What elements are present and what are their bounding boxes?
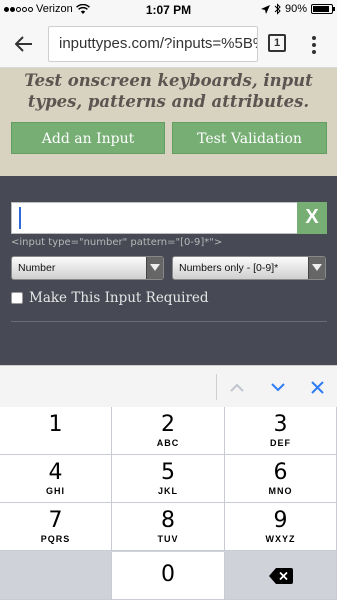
keypad-key-9[interactable]: 9 WXYZ bbox=[225, 503, 337, 551]
keypad-key-4[interactable]: 4 GHI bbox=[0, 455, 112, 503]
close-icon bbox=[310, 380, 324, 394]
keypad-digit: 2 bbox=[161, 412, 175, 437]
keypad-key-8[interactable]: 8 TUV bbox=[112, 503, 225, 551]
keypad-digit: 6 bbox=[273, 460, 288, 485]
keypad-key-0[interactable]: 0 bbox=[112, 552, 225, 600]
keypad-letters: TUV bbox=[157, 534, 179, 544]
text-caret bbox=[19, 207, 21, 229]
tab-switcher-button[interactable]: 1 bbox=[268, 34, 286, 52]
required-option[interactable]: Make This Input Required bbox=[11, 290, 209, 306]
dismiss-keyboard-button[interactable] bbox=[305, 374, 329, 400]
keypad-backspace-key[interactable] bbox=[225, 552, 337, 600]
status-bar: Verizon 1:07 PM 90% bbox=[0, 0, 337, 20]
next-field-button[interactable] bbox=[266, 374, 290, 400]
keypad-blank-key bbox=[0, 552, 112, 600]
keypad-digit: 9 bbox=[273, 508, 288, 533]
pattern-value: Numbers only - [0-9]* bbox=[179, 262, 279, 274]
overflow-menu-icon[interactable] bbox=[306, 32, 322, 56]
numeric-keypad: 0 1 2 ABC 3 DEF 4 GHI 5 JKL 6 MNO 7 PQRS 8 TUV 9 WXYZ bbox=[0, 407, 337, 600]
keypad-letters: MNO bbox=[268, 486, 293, 496]
required-checkbox[interactable] bbox=[11, 292, 23, 304]
back-button[interactable] bbox=[10, 30, 38, 58]
battery-level-fill bbox=[313, 6, 330, 12]
test-input-field[interactable]: X bbox=[11, 202, 327, 234]
keypad-digit: 4 bbox=[48, 460, 63, 485]
keypad-letters: WXYZ bbox=[265, 534, 296, 544]
previous-field-button[interactable] bbox=[225, 374, 249, 400]
keypad-key-3[interactable]: 3 DEF bbox=[225, 407, 337, 455]
keypad-digit: 0 bbox=[161, 562, 175, 587]
battery-percent: 90% bbox=[284, 3, 307, 15]
chevron-down-icon bbox=[271, 382, 285, 391]
battery-icon bbox=[311, 4, 335, 14]
arrow-left-icon bbox=[15, 36, 32, 52]
status-right: 90% bbox=[260, 3, 335, 15]
keypad-key-2[interactable]: 2 ABC bbox=[112, 407, 225, 455]
hero-section: Test onscreen keyboards, input types, pa… bbox=[0, 68, 337, 176]
browser-toolbar: inputtypes.com/?inputs=%5B% 1 bbox=[0, 20, 337, 68]
chevron-down-icon bbox=[146, 257, 163, 279]
keypad-digit: 3 bbox=[273, 412, 288, 437]
keypad-digit: 8 bbox=[161, 508, 175, 533]
keypad-key-7[interactable]: 7 PQRS bbox=[0, 503, 112, 551]
remove-input-button[interactable]: X bbox=[297, 202, 327, 234]
keypad-key-5[interactable]: 5 JKL bbox=[112, 455, 225, 503]
pattern-select[interactable]: Numbers only - [0-9]* bbox=[172, 256, 326, 280]
keyboard-accessory-bar bbox=[0, 365, 337, 407]
keypad-letters: DEF bbox=[270, 438, 291, 448]
test-validation-button[interactable]: Test Validation bbox=[172, 122, 327, 154]
keypad-digit: 1 bbox=[48, 412, 63, 437]
keypad-letters: ABC bbox=[156, 438, 180, 448]
keypad-key-1[interactable]: 1 bbox=[0, 407, 112, 455]
page-tagline: Test onscreen keyboards, input types, pa… bbox=[24, 71, 313, 111]
input-type-value: Number bbox=[18, 262, 56, 274]
input-code-hint: <input type="number" pattern="[0-9]*"> bbox=[11, 237, 223, 248]
keypad-letters: JKL bbox=[157, 486, 178, 496]
bluetooth-icon bbox=[274, 3, 281, 15]
backspace-icon bbox=[268, 567, 293, 584]
chevron-up-icon bbox=[230, 383, 244, 392]
keypad-key-6[interactable]: 6 MNO bbox=[225, 455, 337, 503]
keypad-letters: PQRS bbox=[40, 534, 71, 544]
keypad-digit: 5 bbox=[161, 460, 175, 485]
input-panel: X <input type="number" pattern="[0-9]*">… bbox=[0, 176, 337, 365]
address-bar[interactable]: inputtypes.com/?inputs=%5B% bbox=[48, 26, 258, 62]
location-arrow-icon bbox=[260, 4, 270, 14]
accessory-divider bbox=[216, 374, 217, 400]
chevron-down-icon bbox=[308, 257, 325, 279]
input-type-select[interactable]: Number bbox=[11, 256, 164, 280]
required-label: Make This Input Required bbox=[29, 290, 209, 306]
page-content: Test onscreen keyboards, input types, pa… bbox=[0, 68, 337, 365]
keypad-letters: GHI bbox=[45, 486, 65, 496]
add-input-button[interactable]: Add an Input bbox=[11, 122, 165, 154]
keypad-digit: 7 bbox=[48, 508, 63, 533]
divider bbox=[11, 321, 327, 322]
